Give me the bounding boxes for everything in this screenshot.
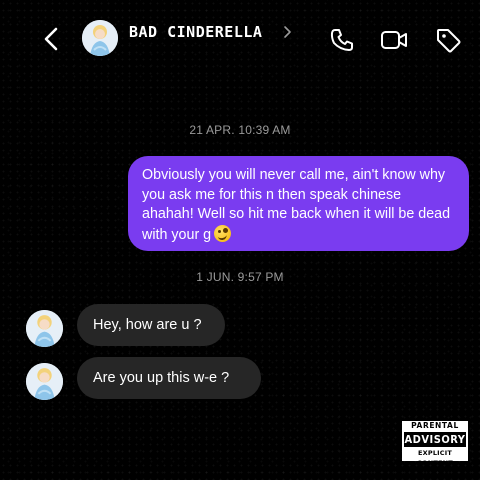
incoming-message-bubble[interactable]: Are you up this w-e ? (77, 357, 261, 399)
zany-face-emoji-icon (214, 224, 232, 242)
contact-avatar[interactable] (82, 20, 118, 56)
incoming-message-bubble[interactable]: Hey, how are u ? (77, 304, 225, 346)
phone-icon[interactable] (328, 26, 356, 54)
message-timestamp: 1 JUN. 9:57 PM (196, 270, 284, 284)
outgoing-message-bubble[interactable]: Obviously you will never call me, ain't … (128, 156, 469, 251)
tag-icon[interactable] (434, 26, 462, 54)
advisory-top-text: PARENTAL (411, 421, 459, 430)
chevron-right-icon[interactable] (282, 25, 292, 39)
advisory-middle-text: ADVISORY (404, 432, 466, 447)
sender-avatar[interactable] (26, 363, 63, 400)
contact-name[interactable]: BAD CINDERELLA (129, 23, 262, 41)
advisory-bottom-text: EXPLICIT CONTENT (417, 449, 453, 467)
back-icon[interactable] (40, 26, 64, 52)
outgoing-message-text: Obviously you will never call me, ain't … (142, 167, 451, 243)
parental-advisory-logo: PARENTAL ADVISORY EXPLICIT CONTENT (402, 421, 468, 467)
sender-avatar[interactable] (26, 310, 63, 347)
video-camera-icon[interactable] (380, 26, 408, 54)
chat-header: BAD CINDERELLA (0, 14, 480, 62)
message-timestamp: 21 APR. 10:39 AM (189, 123, 291, 137)
chat-screen: BAD CINDERELLA 21 APR. 10:39 AM Obviousl… (0, 0, 480, 480)
